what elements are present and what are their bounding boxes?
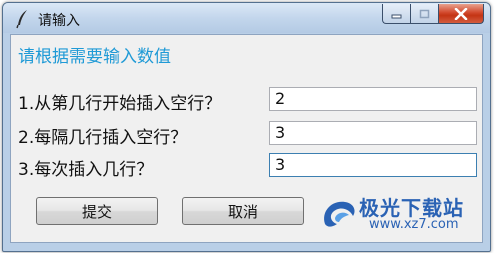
field-label-start-row: 1.从第几行开始插入空行？ — [18, 94, 222, 114]
start-row-input[interactable]: 2 — [269, 87, 477, 111]
minimize-icon — [391, 14, 402, 18]
submit-button[interactable]: 提交 — [36, 197, 158, 225]
feather-pen-icon — [16, 10, 27, 29]
dialog-window: 请输入 请根据需要输入数值 1.从第几行开始插入空行？ 2 2.每隔几行插入空行… — [2, 2, 491, 252]
close-icon — [454, 7, 468, 20]
rows-per-insert-input[interactable]: 3 — [269, 153, 477, 177]
maximize-button[interactable] — [410, 4, 438, 24]
field-label-rows-per-insert: 3.每次插入几行？ — [18, 160, 154, 180]
maximize-icon — [419, 9, 430, 18]
field-label-interval: 2.每隔几行插入空行？ — [18, 128, 188, 148]
window-title: 请输入 — [38, 13, 80, 29]
cancel-button[interactable]: 取消 — [182, 197, 304, 225]
prompt-text: 请根据需要输入数值 — [18, 47, 171, 67]
minimize-button[interactable] — [382, 4, 410, 24]
title-bar[interactable]: 请输入 — [3, 3, 490, 33]
window-controls — [382, 4, 484, 24]
dialog-body: 请根据需要输入数值 1.从第几行开始插入空行？ 2 2.每隔几行插入空行？ 3 … — [10, 34, 483, 243]
swirl-logo-icon — [324, 201, 355, 227]
watermark: 极光下载站 www.xz7.com — [319, 192, 474, 236]
close-button[interactable] — [438, 4, 484, 24]
watermark-url: www.xz7.com — [369, 217, 459, 232]
interval-input[interactable]: 3 — [269, 121, 477, 145]
